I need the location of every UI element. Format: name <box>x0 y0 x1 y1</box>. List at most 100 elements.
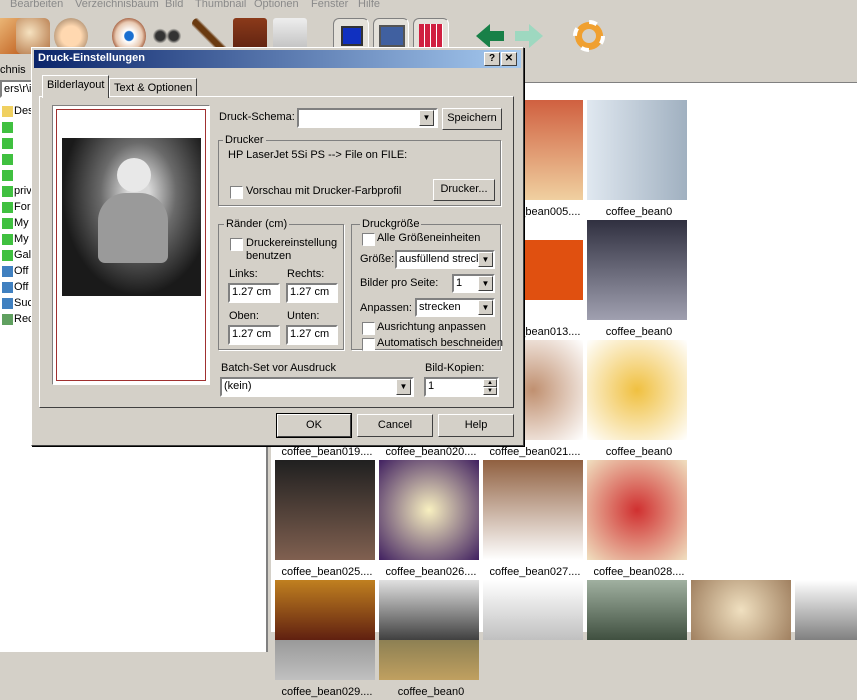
tree-item-label: priv <box>14 185 32 197</box>
size-label: Größe: <box>360 253 395 265</box>
all-sizes-label: Alle Größeneinheiten <box>377 232 481 244</box>
dialog-titlebar: Druck-Einstellungen ? ✕ <box>34 50 521 68</box>
left-tab-label[interactable]: chnis <box>0 64 26 76</box>
thumbnail-partial[interactable] <box>275 580 375 640</box>
thumbnail[interactable]: coffee_bean028.... <box>587 460 691 580</box>
thumbnail-image <box>587 220 687 320</box>
tree-item-label: Gal <box>14 249 32 261</box>
per-page-dropdown-icon[interactable]: ▼ <box>478 276 493 291</box>
save-scheme-button[interactable]: Speichern <box>442 108 502 130</box>
thumbnail-caption: coffee_bean029.... <box>281 686 373 698</box>
margins-group-label: Ränder (cm) <box>224 218 290 230</box>
preview-color-checkbox[interactable] <box>230 186 243 199</box>
menu-bearbeiten[interactable]: Bearbeiten <box>10 0 63 10</box>
menu-optionen[interactable]: Optionen <box>254 0 299 10</box>
folder-icon <box>2 154 13 165</box>
thumbnail-caption: coffee_bean028.... <box>593 566 685 578</box>
folder-icon <box>2 186 13 197</box>
batch-label: Batch-Set vor Ausdruck <box>221 362 336 374</box>
tree-item-label: My <box>14 233 29 245</box>
thumbnail[interactable]: coffee_bean0 <box>587 340 691 460</box>
left-margin-label: Links: <box>229 268 258 280</box>
printer-setting-checkbox[interactable] <box>230 238 243 251</box>
top-margin-field[interactable]: 1.27 cm <box>228 325 280 345</box>
right-margin-field[interactable]: 1.27 cm <box>286 283 338 303</box>
thumbnail-image <box>587 340 687 440</box>
network-icon <box>2 298 13 309</box>
menu-bild[interactable]: Bild <box>165 0 183 10</box>
thumbnail-caption: coffee_bean020.... <box>385 446 477 458</box>
printer-setting-label: Druckereinstellung benutzen <box>246 237 338 262</box>
tab-bilderlayout[interactable]: Bilderlayout <box>42 75 110 98</box>
batch-select[interactable]: (kein) <box>220 377 414 397</box>
thumbnail-caption: coffee_bean0 <box>605 206 673 218</box>
close-button[interactable]: ✕ <box>501 52 517 66</box>
thumbnail-caption: coffee_bean021.... <box>489 446 581 458</box>
schema-dropdown-icon[interactable]: ▼ <box>419 110 434 126</box>
schema-select[interactable] <box>297 108 438 128</box>
folder-icon <box>2 138 13 149</box>
thumbnail-caption: coffee_bean0 <box>605 446 673 458</box>
fit-label: Anpassen: <box>360 302 412 314</box>
help-button[interactable]: Help <box>438 414 514 437</box>
menu-fenster[interactable]: Fenster <box>311 0 348 10</box>
network-icon <box>2 266 13 277</box>
cancel-button[interactable]: Cancel <box>357 414 433 437</box>
menu-hilfe[interactable]: Hilfe <box>358 0 380 10</box>
thumbnail-caption: coffee_bean026.... <box>385 566 477 578</box>
tree-item-label: For <box>14 201 31 213</box>
orientation-label: Ausrichtung anpassen <box>377 321 486 333</box>
menu-verzeichnisbaum[interactable]: Verzeichnisbaum <box>75 0 159 10</box>
thumbnail-image <box>379 460 479 560</box>
folder-icon <box>2 122 13 133</box>
folder-icon <box>2 202 13 213</box>
right-margin-label: Rechts: <box>287 268 325 280</box>
thumbnail-caption: coffee_bean027.... <box>489 566 581 578</box>
preview-photo <box>62 138 201 296</box>
help-title-button[interactable]: ? <box>484 52 500 66</box>
fit-dropdown-icon[interactable]: ▼ <box>478 300 493 315</box>
copies-label: Bild-Kopien: <box>425 362 485 374</box>
folder-icon <box>2 218 13 229</box>
print-preview <box>52 105 210 385</box>
printer-button[interactable]: Drucker... <box>433 179 495 201</box>
thumbnail-partial[interactable] <box>795 580 857 640</box>
preview-color-label: Vorschau mit Drucker-Farbprofil <box>246 185 402 197</box>
batch-dropdown-icon[interactable]: ▼ <box>396 379 411 395</box>
lifebuoy-icon[interactable] <box>572 18 606 54</box>
thumbnail[interactable]: coffee_bean027.... <box>483 460 587 580</box>
thumbnail-image <box>587 100 687 200</box>
menu-thumbnail[interactable]: Thumbnail <box>195 0 246 10</box>
thumbnail[interactable]: coffee_bean0 <box>587 100 691 220</box>
copies-spinner[interactable]: ▲ ▼ <box>483 379 497 395</box>
ok-button[interactable]: OK <box>276 413 352 438</box>
tree-item-label: Off <box>14 265 29 277</box>
thumbnail[interactable]: coffee_bean026.... <box>379 460 483 580</box>
spin-up-icon[interactable]: ▲ <box>483 379 497 387</box>
thumbnail-caption: coffee_bean0 <box>605 326 673 338</box>
left-margin-field[interactable]: 1.27 cm <box>228 283 280 303</box>
autocrop-label: Automatisch beschneiden <box>377 337 503 349</box>
thumbnail-partial[interactable] <box>587 580 687 640</box>
photo-face <box>117 158 151 192</box>
orientation-checkbox[interactable] <box>362 322 375 335</box>
tab-text-optionen[interactable]: Text & Optionen <box>109 78 198 97</box>
thumbnail-partial[interactable] <box>691 580 791 640</box>
tree-item-label: Off <box>14 281 29 293</box>
all-sizes-checkbox[interactable] <box>362 233 375 246</box>
printer-name: HP LaserJet 5Si PS --> File on FILE: <box>228 149 408 161</box>
size-dropdown-icon[interactable]: ▼ <box>478 252 493 267</box>
photo-body <box>98 193 168 263</box>
thumbnail-image <box>587 460 687 560</box>
menu-bar: Bearbeiten Verzeichnisbaum Bild Thumbnai… <box>0 0 857 14</box>
print-settings-dialog: Druck-Einstellungen ? ✕ Bilderlayout Tex… <box>31 47 524 446</box>
thumbnail-partial[interactable] <box>379 580 479 640</box>
spin-down-icon[interactable]: ▼ <box>483 387 497 395</box>
bottom-margin-field[interactable]: 1.27 cm <box>286 325 338 345</box>
thumbnail[interactable]: coffee_bean025.... <box>275 460 379 580</box>
autocrop-checkbox[interactable] <box>362 338 375 351</box>
thumbnail-caption: coffee_bean0 <box>397 686 465 698</box>
folder-icon <box>2 250 13 261</box>
thumbnail[interactable]: coffee_bean0 <box>587 220 691 340</box>
thumbnail-partial[interactable] <box>483 580 583 640</box>
